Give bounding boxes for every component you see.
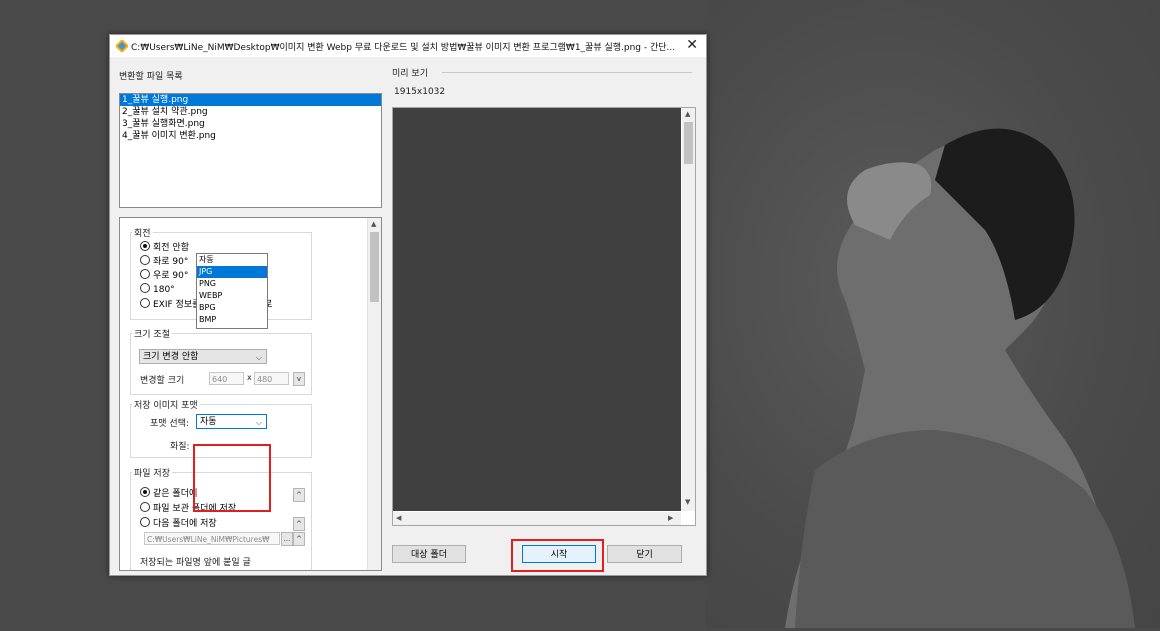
radio-selected-icon[interactable] xyxy=(140,241,150,251)
width-input[interactable]: 640 xyxy=(209,372,244,385)
format-dropdown-list[interactable]: 자동 JPG PNG WEBP BPG BMP xyxy=(196,253,268,329)
scroll-up-icon[interactable]: ^ xyxy=(293,517,305,531)
radio-selected-icon[interactable] xyxy=(140,487,150,497)
scroll-left-icon[interactable]: ◀ xyxy=(396,514,401,522)
highlight-box-formats xyxy=(193,444,271,512)
file-list-item[interactable]: 4_꿀뷰 이미지 변환.png xyxy=(120,130,381,142)
radio-icon[interactable] xyxy=(140,502,150,512)
file-list-item[interactable]: 2_꿀뷰 설치 약관.png xyxy=(120,106,381,118)
filename-prefix-label: 저장되는 파일명 앞에 붙일 글 xyxy=(140,558,251,568)
format-option[interactable]: JPG xyxy=(197,266,267,278)
converter-window: C:₩Users₩LiNe_NiM₩Desktop₩이미지 변환 Webp 무료… xyxy=(109,34,707,576)
radio-icon[interactable] xyxy=(140,255,150,265)
scroll-up-icon[interactable]: ^ xyxy=(293,532,305,546)
scroll-up-icon[interactable]: ▲ xyxy=(371,220,376,228)
format-option[interactable]: BMP xyxy=(197,314,267,326)
file-list-item[interactable]: 3_꿀뷰 실행화면.png xyxy=(120,118,381,130)
rotation-title: 회전 xyxy=(132,226,153,239)
resize-mode-select[interactable]: 크기 변경 안함 ⌵ xyxy=(139,349,267,364)
window-title: C:₩Users₩LiNe_NiM₩Desktop₩이미지 변환 Webp 무료… xyxy=(131,43,676,53)
preview-label: 미리 보기 xyxy=(392,69,428,79)
preview-area: ▲ ▼ ◀ ▶ xyxy=(392,107,696,526)
height-input[interactable]: 480 xyxy=(254,372,289,385)
scroll-down-icon[interactable]: ▼ xyxy=(685,498,690,506)
format-select-label: 포맷 선택: xyxy=(150,419,190,429)
preview-hscrollbar[interactable]: ◀ ▶ xyxy=(393,512,681,525)
preview-image xyxy=(393,108,681,511)
size-separator: x xyxy=(247,373,252,382)
resize-apply-button[interactable]: v xyxy=(293,372,305,386)
scroll-up-icon[interactable]: ▲ xyxy=(685,110,690,118)
save-option[interactable]: 같은 폴더에 xyxy=(140,486,197,499)
browse-button[interactable]: ... xyxy=(281,532,293,546)
close-icon[interactable]: ✕ xyxy=(686,37,698,53)
file-list-label: 변환할 파일 목록 xyxy=(119,72,183,82)
chevron-down-icon: ⌵ xyxy=(255,418,262,427)
person-silhouette xyxy=(785,128,1135,628)
file-list-item[interactable]: 1_꿀뷰 실행.png xyxy=(120,94,381,106)
scrollbar-thumb[interactable] xyxy=(684,122,693,164)
close-button[interactable]: 닫기 xyxy=(607,545,682,563)
rotation-option[interactable]: 좌로 90° xyxy=(140,254,188,267)
resize-size-label: 변경할 크기 xyxy=(140,376,185,386)
resize-title: 크기 조절 xyxy=(132,327,172,340)
rotation-option[interactable]: 180° xyxy=(140,283,175,296)
file-list[interactable]: 1_꿀뷰 실행.png 2_꿀뷰 설치 약관.png 3_꿀뷰 실행화면.png… xyxy=(119,93,382,208)
background-photo xyxy=(705,0,1160,628)
target-folder-button[interactable]: 대상 폴더 xyxy=(392,545,466,563)
format-option[interactable]: PNG xyxy=(197,278,267,290)
scrollbar-thumb[interactable] xyxy=(370,232,379,302)
radio-icon[interactable] xyxy=(140,298,150,308)
preview-divider xyxy=(442,72,692,73)
rotation-option[interactable]: 회전 안함 xyxy=(140,240,189,253)
format-select[interactable]: 자동 ⌵ xyxy=(196,414,267,429)
scroll-right-icon[interactable]: ▶ xyxy=(668,514,673,522)
radio-icon[interactable] xyxy=(140,517,150,527)
save-title: 파일 저장 xyxy=(132,466,172,479)
preview-vscrollbar[interactable]: ▲ ▼ xyxy=(682,108,695,511)
scroll-up-icon[interactable]: ^ xyxy=(293,488,305,502)
format-title: 저장 이미지 포맷 xyxy=(132,398,200,411)
save-path-input[interactable]: C:₩Users₩LiNe_NiM₩Pictures₩ xyxy=(144,532,280,545)
radio-icon[interactable] xyxy=(140,269,150,279)
rotation-option[interactable]: 우로 90° xyxy=(140,268,188,281)
format-option[interactable]: BPG xyxy=(197,302,267,314)
radio-icon[interactable] xyxy=(140,283,150,293)
preview-dimensions: 1915x1032 xyxy=(394,87,446,97)
format-option[interactable]: 자동 xyxy=(197,254,267,266)
chevron-down-icon: ⌵ xyxy=(255,353,262,362)
save-option[interactable]: 다음 폴더에 저장 xyxy=(140,516,217,529)
app-icon xyxy=(116,40,128,52)
format-option[interactable]: WEBP xyxy=(197,290,267,302)
quality-label: 화질: xyxy=(170,442,190,452)
highlight-box-start xyxy=(511,539,604,572)
options-scrollbar[interactable]: ▲ xyxy=(367,218,381,570)
title-bar: C:₩Users₩LiNe_NiM₩Desktop₩이미지 변환 Webp 무료… xyxy=(110,35,706,57)
